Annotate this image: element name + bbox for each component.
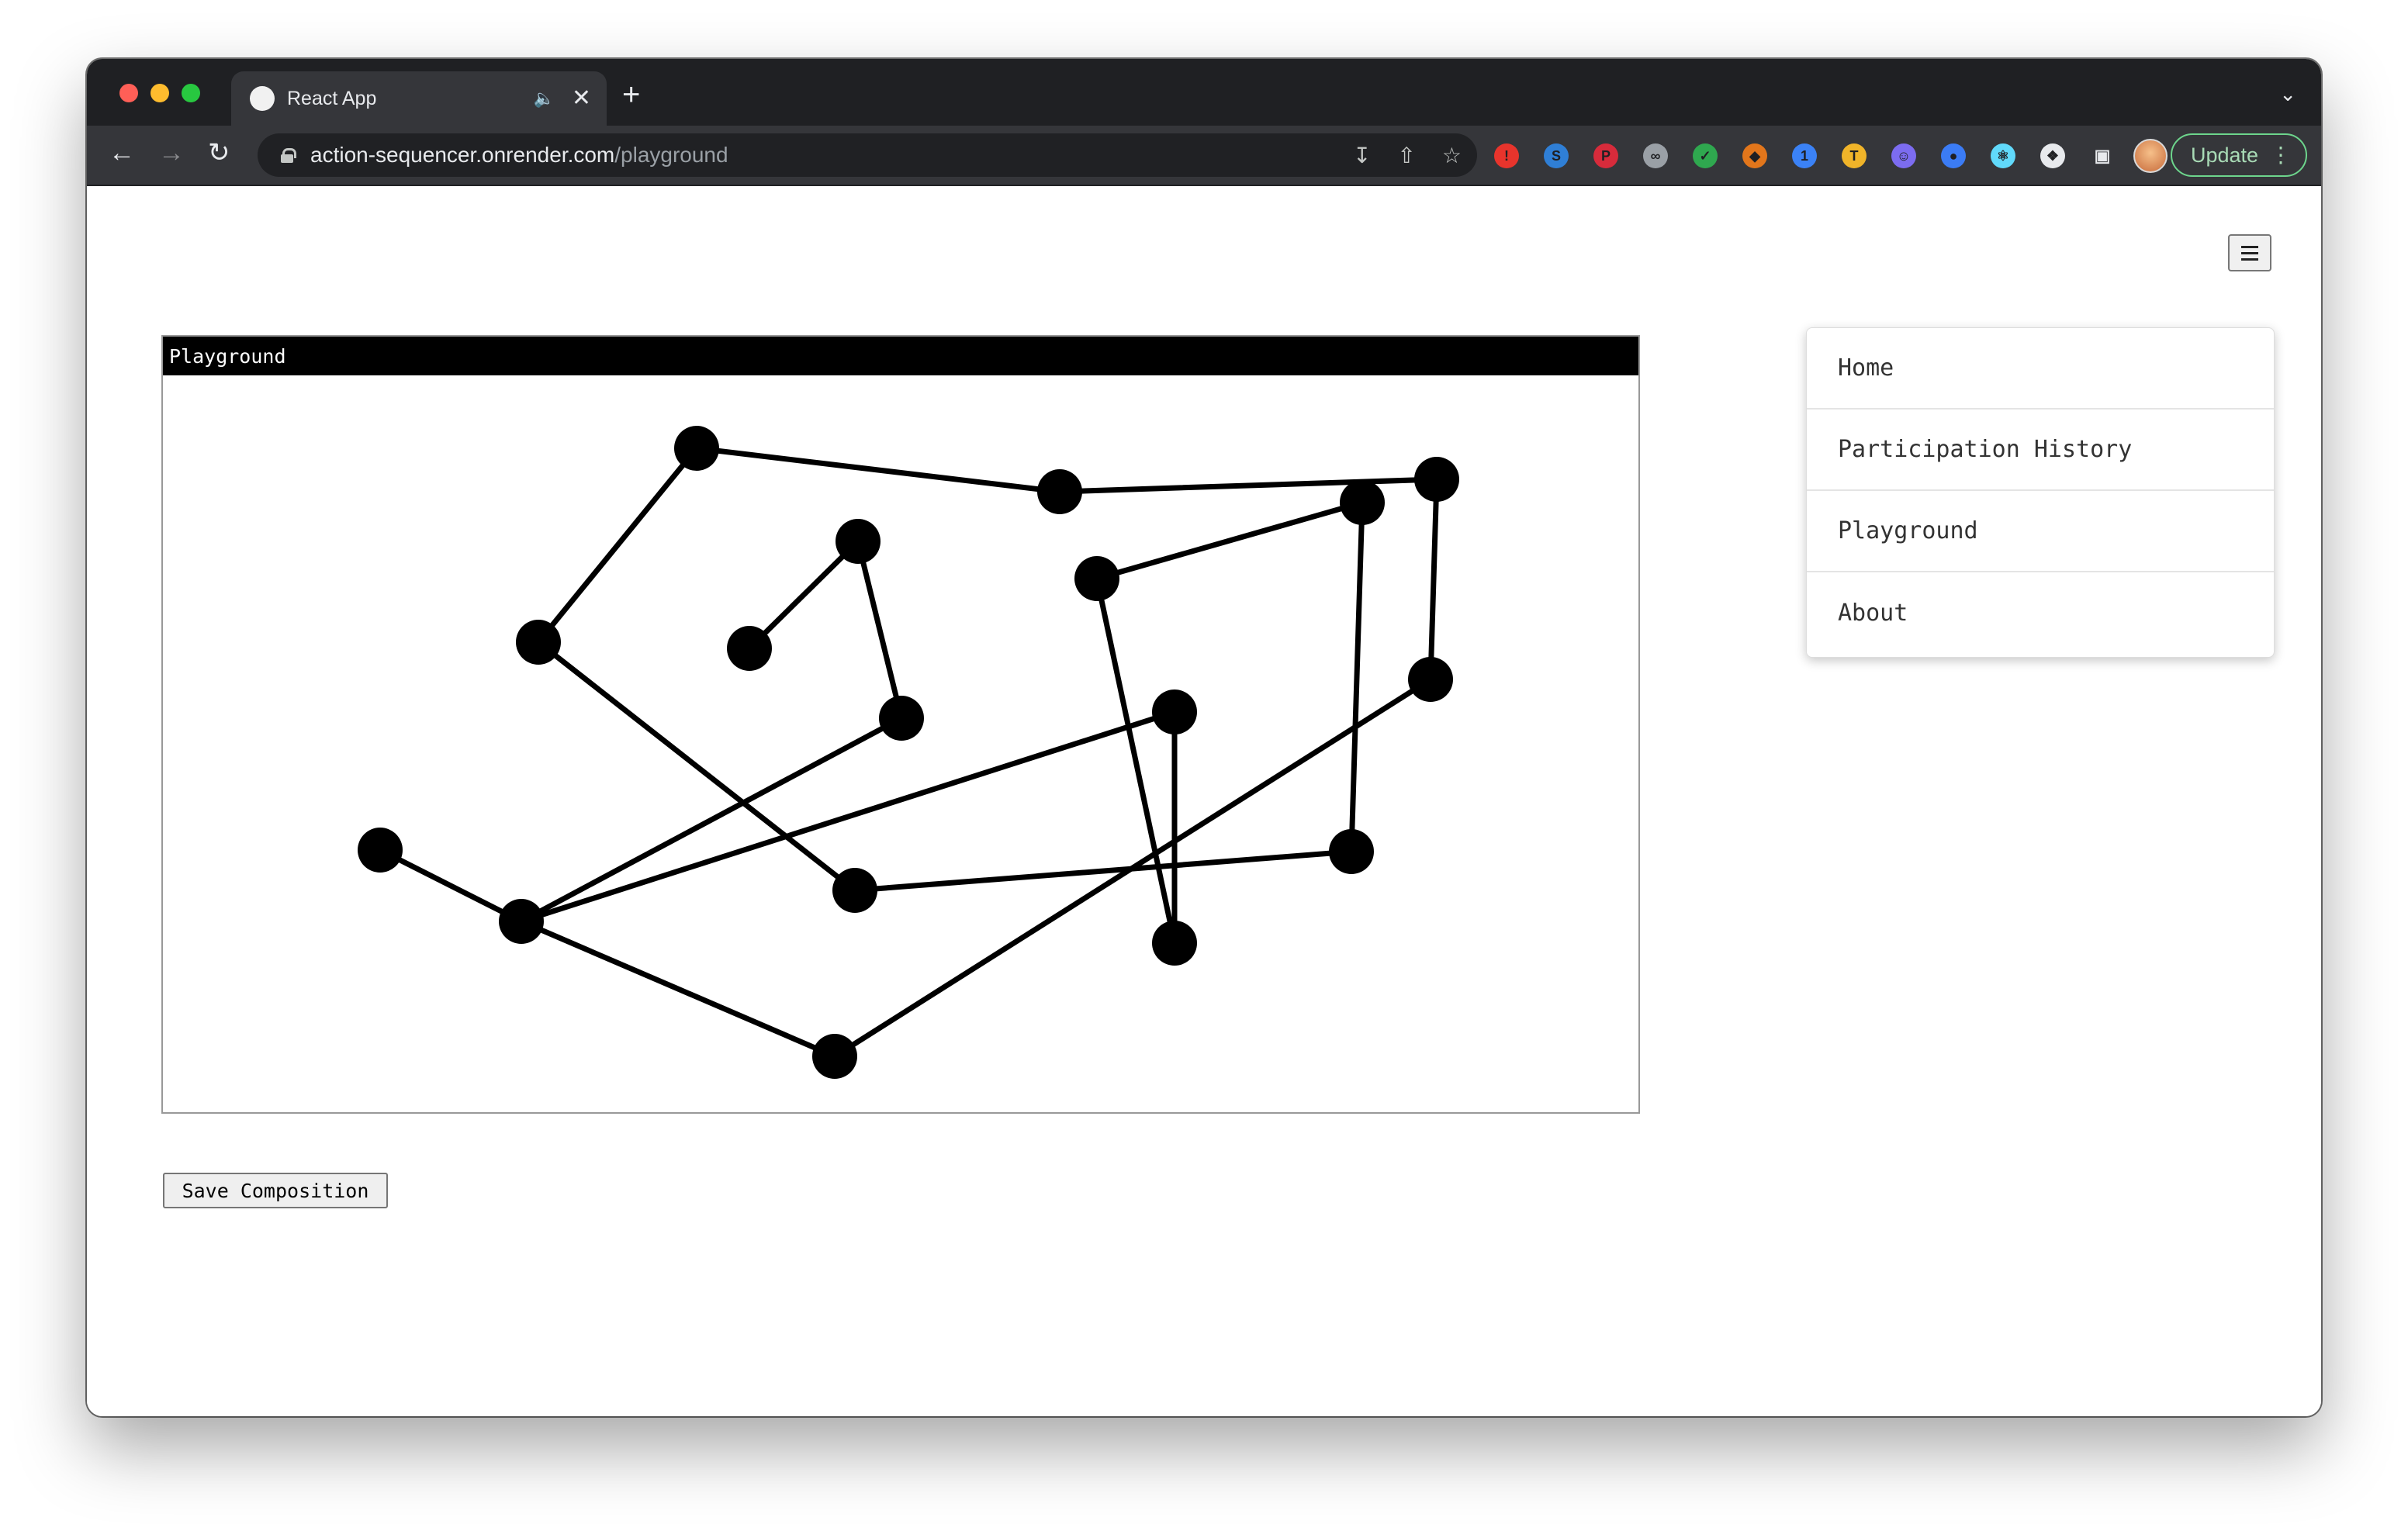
pinterest-icon[interactable]: P bbox=[1587, 138, 1624, 174]
save-composition-button[interactable]: Save Composition bbox=[163, 1173, 388, 1208]
graph-node[interactable] bbox=[499, 899, 544, 944]
url-host: action-sequencer.onrender.com bbox=[310, 143, 615, 167]
new-tab-button[interactable]: + bbox=[622, 79, 640, 110]
drop-icon[interactable]: ● bbox=[1935, 138, 1972, 174]
connection-line bbox=[518, 918, 838, 1059]
connection-line bbox=[377, 847, 524, 924]
hamburger-menu-button[interactable] bbox=[2228, 234, 2271, 271]
playground-title: Playground bbox=[169, 344, 286, 368]
side-panel-icon[interactable]: ▣ bbox=[2084, 138, 2121, 174]
lock-icon[interactable] bbox=[281, 148, 296, 163]
graph-node[interactable] bbox=[879, 696, 924, 741]
share-icon[interactable]: ⇧ bbox=[1397, 143, 1415, 168]
tab-strip: React App 🔈 ✕ + ⌄ bbox=[87, 59, 2321, 126]
zoom-window-button[interactable] bbox=[182, 84, 200, 102]
forward-arrow-icon[interactable]: → bbox=[158, 140, 185, 166]
update-label: Update bbox=[2191, 143, 2259, 167]
tab-title: React App bbox=[287, 87, 377, 109]
browser-toolbar: ← → ↻ action-sequencer.onrender.com /pla… bbox=[87, 126, 2321, 186]
connection-line bbox=[1094, 575, 1178, 946]
connection-line bbox=[694, 445, 1063, 495]
playground-canvas[interactable] bbox=[163, 375, 1638, 1112]
hamburger-line bbox=[2241, 245, 2258, 248]
graph-node[interactable] bbox=[1329, 829, 1374, 874]
connection-line bbox=[1427, 476, 1440, 683]
graph-node[interactable] bbox=[836, 519, 881, 564]
hamburger-line bbox=[2241, 251, 2258, 254]
glasses-icon[interactable]: ∞ bbox=[1637, 138, 1674, 174]
address-bar-actions: ↧ ⇧ ☆ bbox=[1353, 143, 1462, 168]
playground-panel: Playground bbox=[161, 335, 1640, 1114]
adblock-icon[interactable]: ! bbox=[1488, 138, 1525, 174]
graph-node[interactable] bbox=[516, 620, 561, 665]
navigation-menu: Home Participation History Playground About bbox=[1806, 327, 2275, 658]
graph-node[interactable] bbox=[1152, 689, 1197, 734]
graph-node[interactable] bbox=[1414, 457, 1459, 502]
extensions-bar: ! S P ∞ ✓ ◆ 1 T ☺ ● ⚛ ❖ ▣ bbox=[1488, 138, 2168, 174]
close-window-button[interactable] bbox=[119, 84, 138, 102]
graph-node[interactable] bbox=[1340, 480, 1385, 525]
connection-line bbox=[535, 445, 700, 645]
active-tab[interactable]: React App 🔈 ✕ bbox=[231, 71, 607, 126]
checkmark-icon[interactable]: ✓ bbox=[1687, 138, 1724, 174]
back-arrow-icon[interactable]: ← bbox=[109, 140, 135, 166]
update-button[interactable]: Update ⋮ bbox=[2171, 133, 2307, 177]
tool-icon[interactable]: T bbox=[1835, 138, 1873, 174]
graph-node[interactable] bbox=[832, 868, 877, 913]
playground-title-bar: Playground bbox=[163, 337, 1638, 375]
graph-node[interactable] bbox=[1037, 469, 1082, 514]
graph-node[interactable] bbox=[727, 626, 772, 671]
menu-item-about[interactable]: About bbox=[1807, 572, 2274, 654]
puzzle-icon[interactable]: ❖ bbox=[2034, 138, 2071, 174]
connection-line bbox=[1348, 499, 1365, 855]
s-extension-icon[interactable]: S bbox=[1538, 138, 1575, 174]
password-manager-icon[interactable]: 1 bbox=[1786, 138, 1823, 174]
connection-line bbox=[1094, 499, 1365, 582]
close-tab-icon[interactable]: ✕ bbox=[572, 87, 591, 110]
menu-item-playground[interactable]: Playground bbox=[1807, 491, 2274, 572]
browser-window: React App 🔈 ✕ + ⌄ ← → ↻ action-sequencer… bbox=[87, 59, 2321, 1416]
graph-node[interactable] bbox=[812, 1034, 857, 1079]
favicon-icon bbox=[250, 86, 275, 111]
page-viewport: Playground Save Composition Home Particip… bbox=[87, 186, 2321, 1416]
react-icon[interactable]: ⚛ bbox=[1984, 138, 2022, 174]
reload-icon[interactable]: ↻ bbox=[208, 140, 230, 166]
bookmark-star-icon[interactable]: ☆ bbox=[1442, 143, 1462, 168]
graph-node[interactable] bbox=[674, 426, 719, 471]
menu-item-participation-history[interactable]: Participation History bbox=[1807, 410, 2274, 491]
address-bar[interactable]: action-sequencer.onrender.com /playgroun… bbox=[258, 133, 1477, 177]
graph-node[interactable] bbox=[358, 828, 403, 873]
speaker-icon[interactable]: 🔈 bbox=[533, 88, 554, 109]
connection-line bbox=[855, 538, 905, 721]
profile-avatar[interactable] bbox=[2133, 139, 2168, 173]
menu-item-home[interactable]: Home bbox=[1807, 328, 2274, 410]
tab-search-chevron-icon[interactable]: ⌄ bbox=[2279, 82, 2296, 106]
install-app-icon[interactable]: ↧ bbox=[1353, 143, 1371, 168]
connection-line bbox=[746, 538, 861, 651]
graph-node[interactable] bbox=[1152, 921, 1197, 966]
minimize-window-button[interactable] bbox=[150, 84, 169, 102]
hamburger-line bbox=[2241, 257, 2258, 261]
face-icon[interactable]: ☺ bbox=[1885, 138, 1922, 174]
metamask-icon[interactable]: ◆ bbox=[1736, 138, 1773, 174]
url-path: /playground bbox=[614, 143, 728, 167]
graph-node[interactable] bbox=[1074, 556, 1119, 601]
kebab-menu-icon[interactable]: ⋮ bbox=[2270, 142, 2292, 168]
graph-node[interactable] bbox=[1408, 657, 1453, 702]
